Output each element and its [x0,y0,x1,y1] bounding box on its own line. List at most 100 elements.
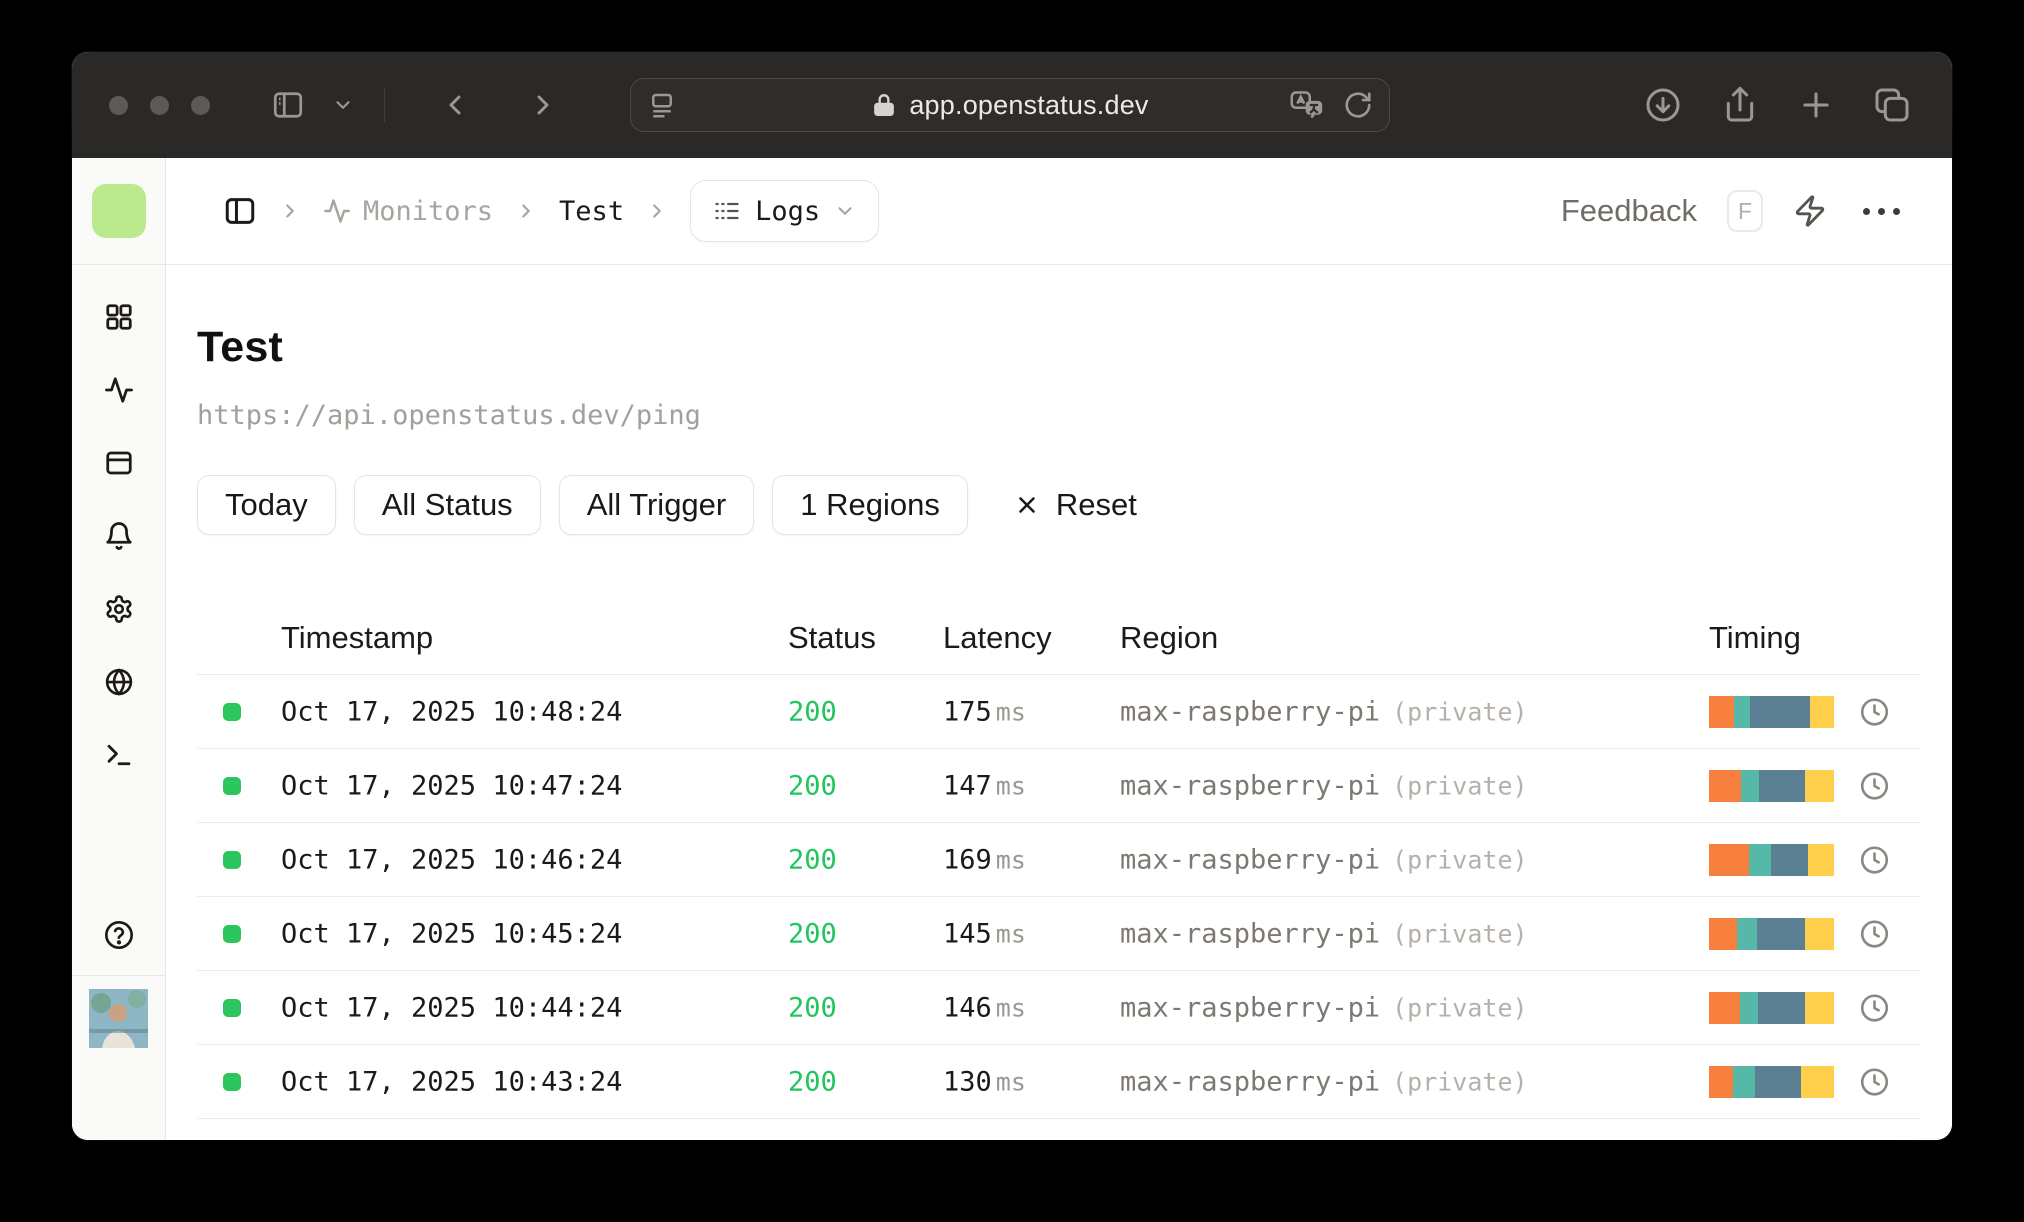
timing-segment-dns [1709,918,1737,950]
dashboard-grid-icon [105,304,132,330]
browser-sidebar-toggle-icon[interactable] [270,87,306,123]
titlebar-divider [384,88,385,122]
panel-top-icon [105,451,132,475]
cell-latency: 147 ms [943,770,1026,802]
minimize-window-button[interactable] [150,95,169,115]
reload-icon[interactable] [1343,90,1373,120]
address-bar[interactable]: app.openstatus.dev [630,78,1390,132]
filter-status[interactable]: All Status [353,475,541,535]
translate-icon[interactable] [1289,88,1325,122]
sidebar-item-cli[interactable] [103,739,135,771]
clock-icon[interactable] [1859,697,1890,728]
latency-unit: ms [995,1067,1026,1097]
cell-region: max-raspberry-pi (private) [1120,1066,1528,1098]
clock-icon[interactable] [1859,919,1890,950]
cell-latency: 169 ms [943,844,1026,876]
page-preview-icon[interactable] [647,90,677,120]
cell-latency: 175 ms [943,696,1026,728]
x-icon [1019,497,1035,513]
filter-trigger[interactable]: All Trigger [558,475,755,535]
gear-icon [105,595,132,623]
activity-icon [104,377,133,403]
timing-segment-dns [1709,1066,1733,1098]
sidebar-item-regions[interactable] [103,666,135,698]
table-row[interactable]: Oct 17, 2025 10:43:24 200 130 ms max-rasp… [166,1045,1952,1119]
breadcrumb: Monitors Test Logs [223,180,880,242]
timing-segment-transfer [1801,1066,1834,1098]
clock-icon[interactable] [1859,771,1890,802]
timing-segment-ttfb [1750,696,1810,728]
clock-icon[interactable] [1859,845,1890,876]
cell-region: max-raspberry-pi (private) [1120,992,1528,1024]
breadcrumb-monitors[interactable]: Monitors [323,196,493,227]
feedback-shortcut-badge: F [1727,190,1763,232]
sidebar-item-monitors[interactable] [103,374,135,406]
avatar-photo-placeholder [89,989,148,1048]
back-button[interactable] [439,89,471,121]
clock-icon[interactable] [1859,993,1890,1024]
timing-segment-connect [1733,1066,1755,1098]
table-row[interactable]: Oct 17, 2025 10:44:24 200 146 ms max-rasp… [166,971,1952,1045]
timing-segment-ttfb [1771,844,1808,876]
globe-icon [105,668,132,696]
address-url[interactable]: app.openstatus.dev [909,90,1148,121]
latency-unit: ms [995,845,1026,875]
latency-unit: ms [995,697,1026,727]
breadcrumb-monitor-name[interactable]: Test [559,196,624,227]
user-avatar[interactable] [89,989,165,1048]
more-options-button[interactable] [1857,202,1906,221]
table-row[interactable]: Oct 17, 2025 10:47:24 200 147 ms max-rasp… [166,749,1952,823]
new-tab-icon[interactable] [1797,86,1835,124]
filter-date[interactable]: Today [197,475,336,535]
timing-segment-connect [1741,770,1759,802]
reset-filters-button[interactable]: Reset [1014,487,1137,523]
sidebar-chevron-down-icon[interactable] [332,94,354,116]
timing-bar [1709,1066,1834,1098]
workspace-logo[interactable] [91,184,146,238]
sidebar-item-status-pages[interactable] [103,447,135,479]
timing-bar [1709,770,1834,802]
table-row[interactable]: Oct 17, 2025 10:45:24 200 145 ms max-rasp… [166,897,1952,971]
status-ok-dot [223,851,241,869]
sidebar-item-dashboard[interactable] [103,301,135,333]
app-sidebar [72,158,166,1140]
column-header-timing: Timing [1709,620,1801,655]
latency-unit: ms [995,993,1026,1023]
table-row[interactable]: Oct 17, 2025 10:48:24 200 175 ms max-rasp… [166,675,1952,749]
cell-timestamp: Oct 17, 2025 10:47:24 [281,770,623,802]
log-rows: Oct 17, 2025 10:48:24 200 175 ms max-rasp… [166,675,1952,1119]
forward-button[interactable] [527,89,559,121]
zoom-window-button[interactable] [191,95,210,115]
cell-timestamp: Oct 17, 2025 10:43:24 [281,1066,623,1098]
app-sidebar-toggle-icon[interactable] [223,194,257,228]
timing-segment-ttfb [1755,1066,1801,1098]
timing-segment-dns [1709,770,1741,802]
sidebar-item-help[interactable] [103,919,135,951]
app-header: Monitors Test Logs Feedback F [166,158,1952,265]
region-visibility: (private) [1392,993,1528,1023]
zap-icon[interactable] [1793,194,1827,228]
clock-icon[interactable] [1859,1067,1890,1098]
filter-bar: Today All Status All Trigger 1 Regions R… [197,475,1952,535]
cell-region: max-raspberry-pi (private) [1120,844,1528,876]
share-icon[interactable] [1720,85,1760,125]
table-row[interactable]: Oct 17, 2025 10:46:24 200 169 ms max-rasp… [166,823,1952,897]
sidebar-item-notifications[interactable] [103,520,135,552]
cell-region: max-raspberry-pi (private) [1120,918,1528,950]
close-window-button[interactable] [109,95,128,115]
region-visibility: (private) [1392,697,1528,727]
timing-segment-connect [1734,696,1750,728]
feedback-button[interactable]: Feedback [1561,193,1697,229]
downloads-icon[interactable] [1643,85,1683,125]
help-circle-icon [104,921,133,949]
tab-overview-icon[interactable] [1872,85,1912,125]
cell-timestamp: Oct 17, 2025 10:44:24 [281,992,623,1024]
browser-window: app.openstatus.dev Monitors Test Logs Fe… [72,52,1952,1140]
cell-region: max-raspberry-pi (private) [1120,770,1528,802]
sidebar-item-settings[interactable] [103,593,135,625]
timing-bar [1709,696,1834,728]
view-selector-button[interactable]: Logs [690,180,880,242]
column-header-timestamp: Timestamp [281,620,434,655]
column-header-latency: Latency [943,620,1052,655]
filter-regions[interactable]: 1 Regions [772,475,968,535]
